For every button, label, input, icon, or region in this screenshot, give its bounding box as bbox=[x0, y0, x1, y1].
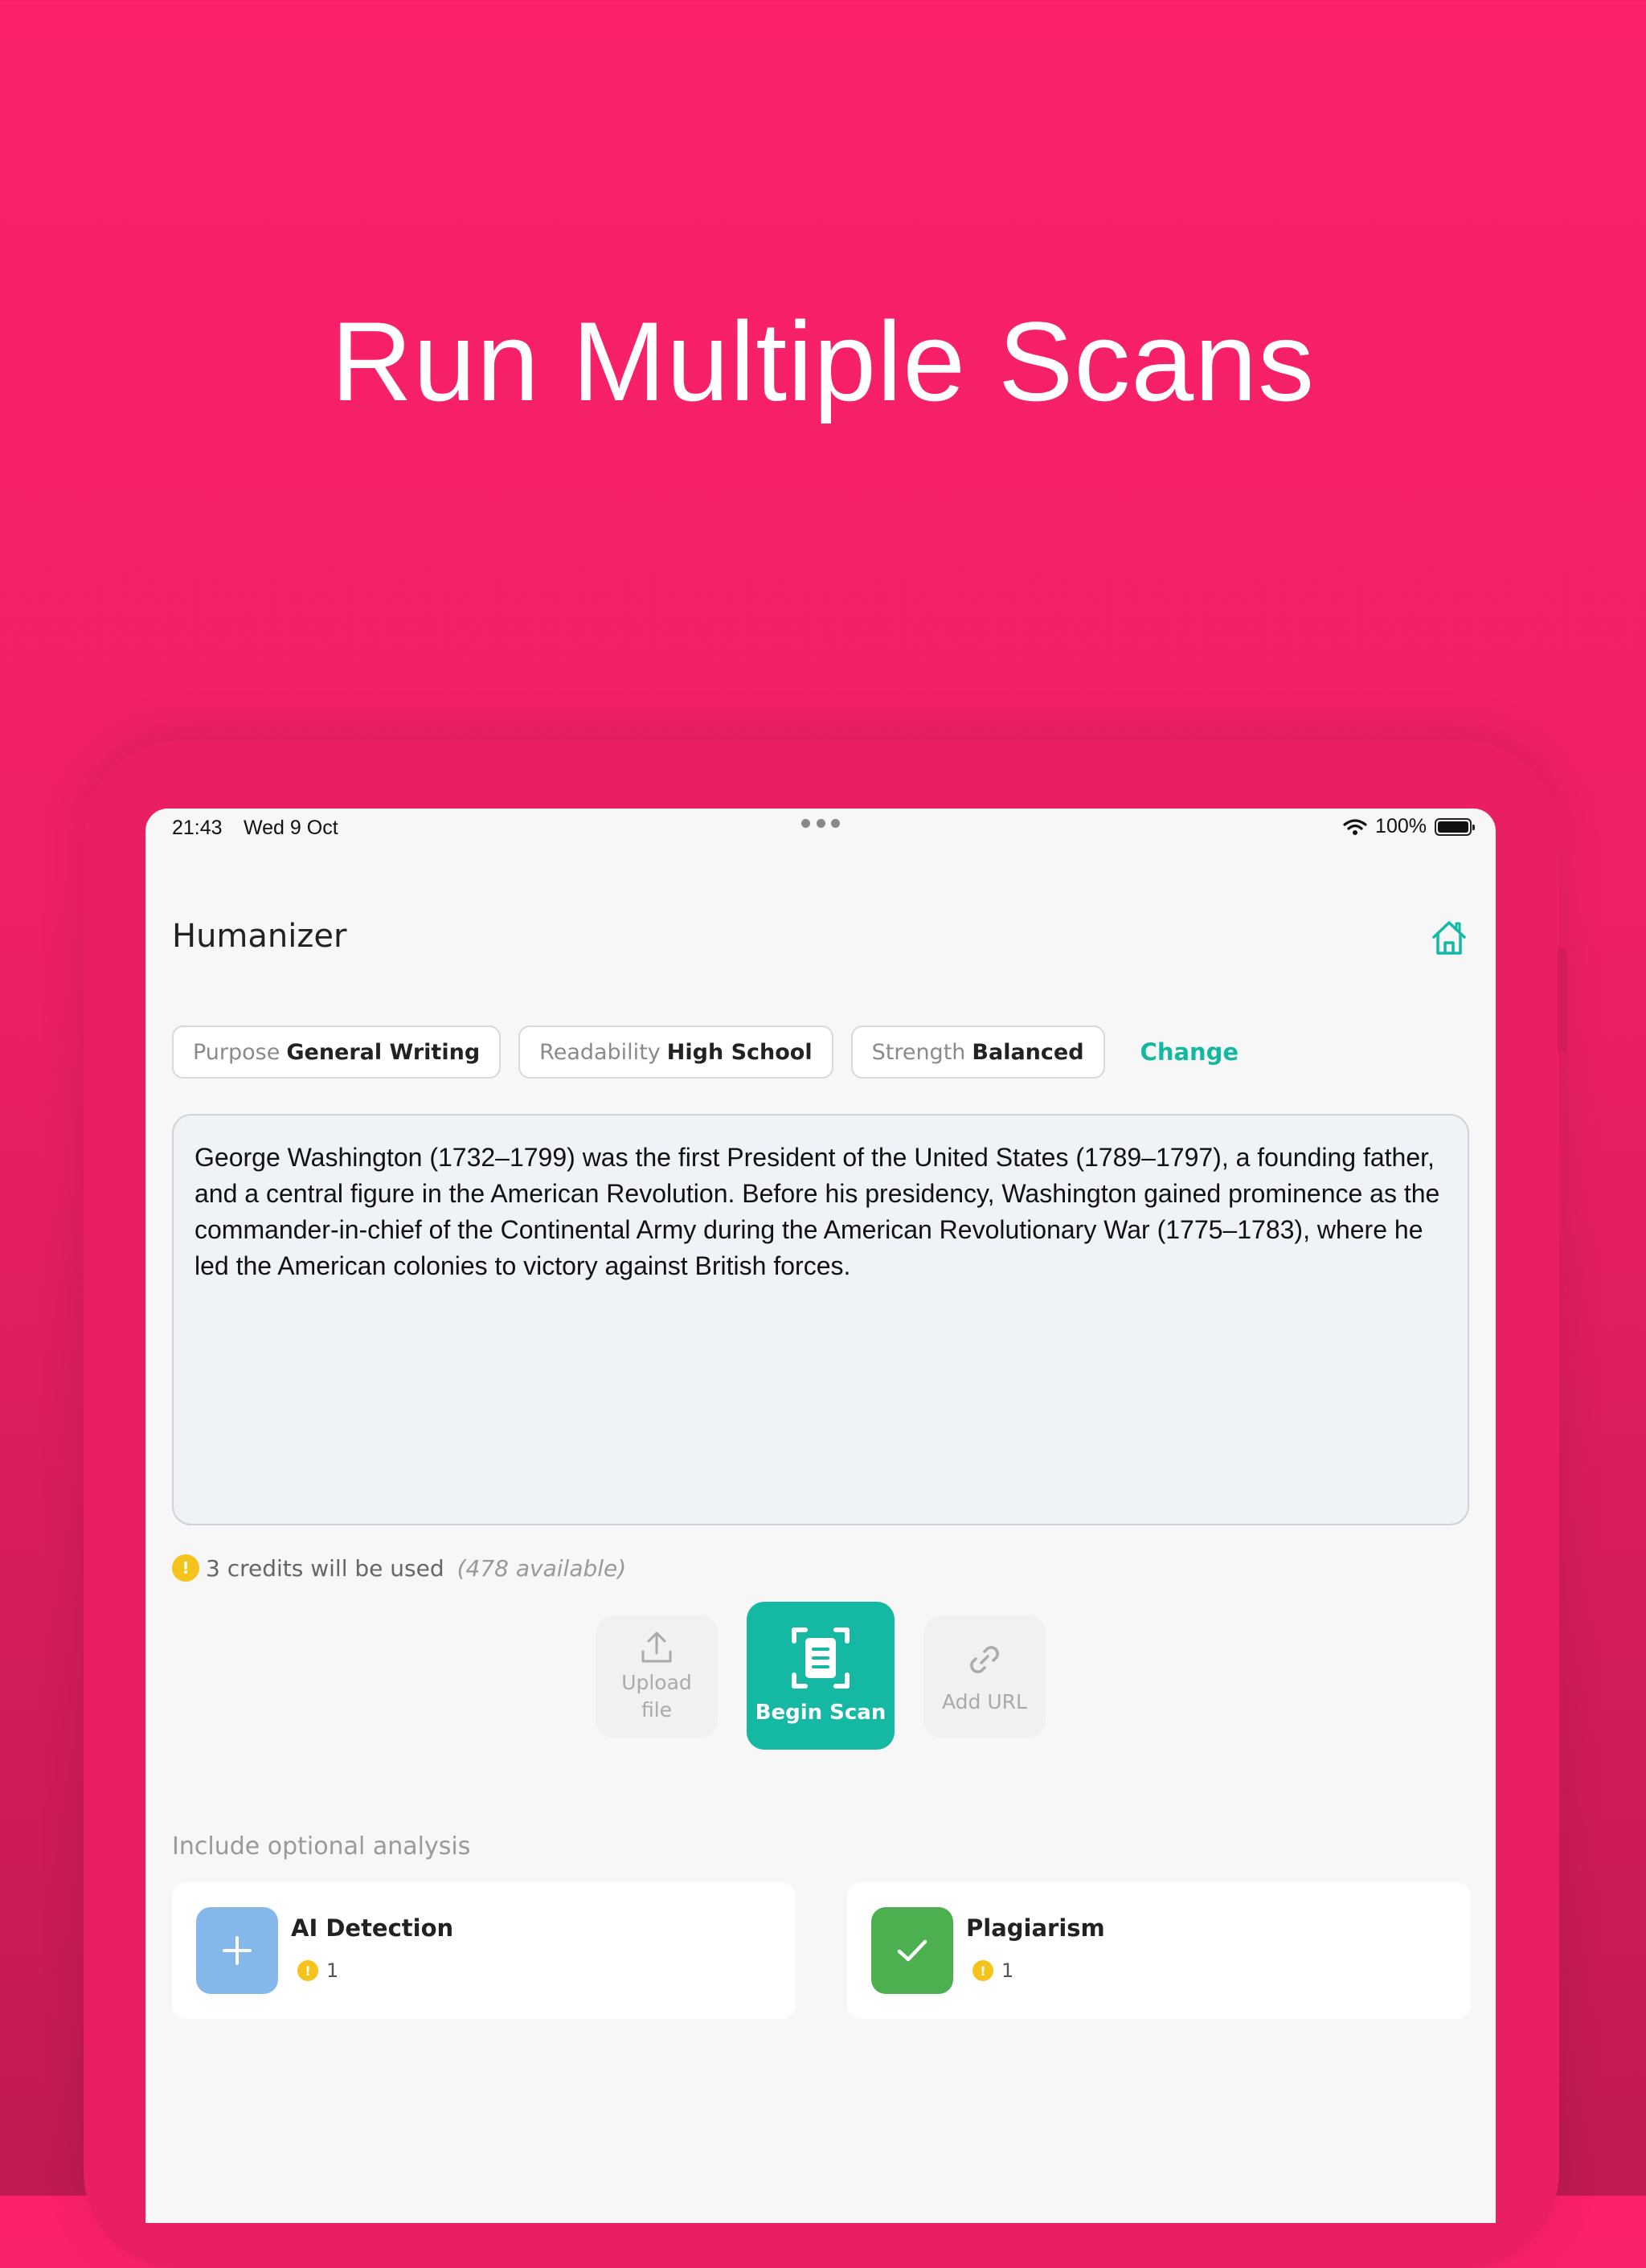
ai-detection-title: AI Detection bbox=[291, 1914, 454, 1942]
ai-detection-cost: ! 1 bbox=[297, 1959, 338, 1982]
status-bar: 21:43 Wed 9 Oct 100% bbox=[145, 809, 1496, 845]
credit-coin-icon: ! bbox=[172, 1554, 199, 1582]
plagiarism-card[interactable]: Plagiarism ! 1 bbox=[847, 1882, 1471, 2019]
page-title: Humanizer bbox=[172, 918, 347, 955]
credits-used-text: 3 credits will be used bbox=[206, 1554, 444, 1582]
status-indicators: 100% bbox=[1343, 815, 1475, 838]
upload-file-button[interactable]: Upload file bbox=[596, 1615, 718, 1738]
plus-icon bbox=[223, 1936, 252, 1965]
optional-analysis-heading: Include optional analysis bbox=[172, 1832, 471, 1861]
strength-value: Balanced bbox=[972, 1039, 1084, 1065]
text-input-area[interactable]: George Washington (1732–1799) was the fi… bbox=[172, 1114, 1469, 1525]
promo-headline: Run Multiple Scans bbox=[330, 298, 1316, 424]
purpose-label: Purpose bbox=[193, 1039, 280, 1065]
add-url-label: Add URL bbox=[942, 1689, 1027, 1713]
readability-label: Readability bbox=[539, 1039, 661, 1065]
credit-coin-icon: ! bbox=[972, 1960, 993, 1981]
begin-scan-button[interactable]: Begin Scan bbox=[747, 1602, 895, 1750]
plagiarism-cost: ! 1 bbox=[972, 1959, 1013, 1982]
readability-value: High School bbox=[666, 1039, 813, 1065]
upload-file-label: Upload file bbox=[621, 1671, 692, 1721]
home-icon[interactable] bbox=[1429, 918, 1469, 958]
battery-icon bbox=[1435, 817, 1475, 836]
upload-icon bbox=[641, 1631, 672, 1663]
plagiarism-cost-value: 1 bbox=[1001, 1959, 1014, 1982]
add-url-button[interactable]: Add URL bbox=[923, 1615, 1046, 1738]
ai-detection-cost-value: 1 bbox=[326, 1959, 339, 1982]
status-date: Wed 9 Oct bbox=[244, 817, 338, 839]
readability-chip[interactable]: Readability High School bbox=[518, 1026, 833, 1079]
scan-document-icon bbox=[792, 1627, 850, 1689]
strength-label: Strength bbox=[871, 1039, 966, 1065]
begin-scan-label: Begin Scan bbox=[755, 1701, 886, 1725]
settings-chips: Purpose General Writing Readability High… bbox=[172, 1026, 1239, 1079]
credit-coin-icon: ! bbox=[297, 1960, 318, 1981]
ai-detection-toggle[interactable] bbox=[196, 1907, 278, 1994]
plagiarism-title: Plagiarism bbox=[966, 1914, 1105, 1942]
status-time: 21:43 bbox=[172, 817, 223, 839]
tablet-side-button bbox=[1558, 948, 1567, 1053]
checkmark-icon bbox=[897, 1939, 927, 1962]
wifi-icon bbox=[1343, 818, 1367, 835]
multitasking-dots-icon[interactable] bbox=[801, 815, 840, 831]
link-icon bbox=[970, 1645, 999, 1673]
battery-percentage: 100% bbox=[1375, 815, 1427, 837]
credits-available-text: (478 available) bbox=[457, 1554, 627, 1582]
plagiarism-toggle[interactable] bbox=[871, 1907, 953, 1994]
ai-detection-card[interactable]: AI Detection ! 1 bbox=[172, 1882, 796, 2019]
strength-chip[interactable]: Strength Balanced bbox=[850, 1026, 1105, 1079]
purpose-chip[interactable]: Purpose General Writing bbox=[172, 1026, 502, 1079]
change-settings-link[interactable]: Change bbox=[1140, 1038, 1239, 1066]
purpose-value: General Writing bbox=[286, 1039, 481, 1065]
credits-info: ! 3 credits will be used (478 available) bbox=[172, 1554, 626, 1582]
app-screen: 21:43 Wed 9 Oct 100% Humanizer Purpose G… bbox=[145, 809, 1496, 2223]
